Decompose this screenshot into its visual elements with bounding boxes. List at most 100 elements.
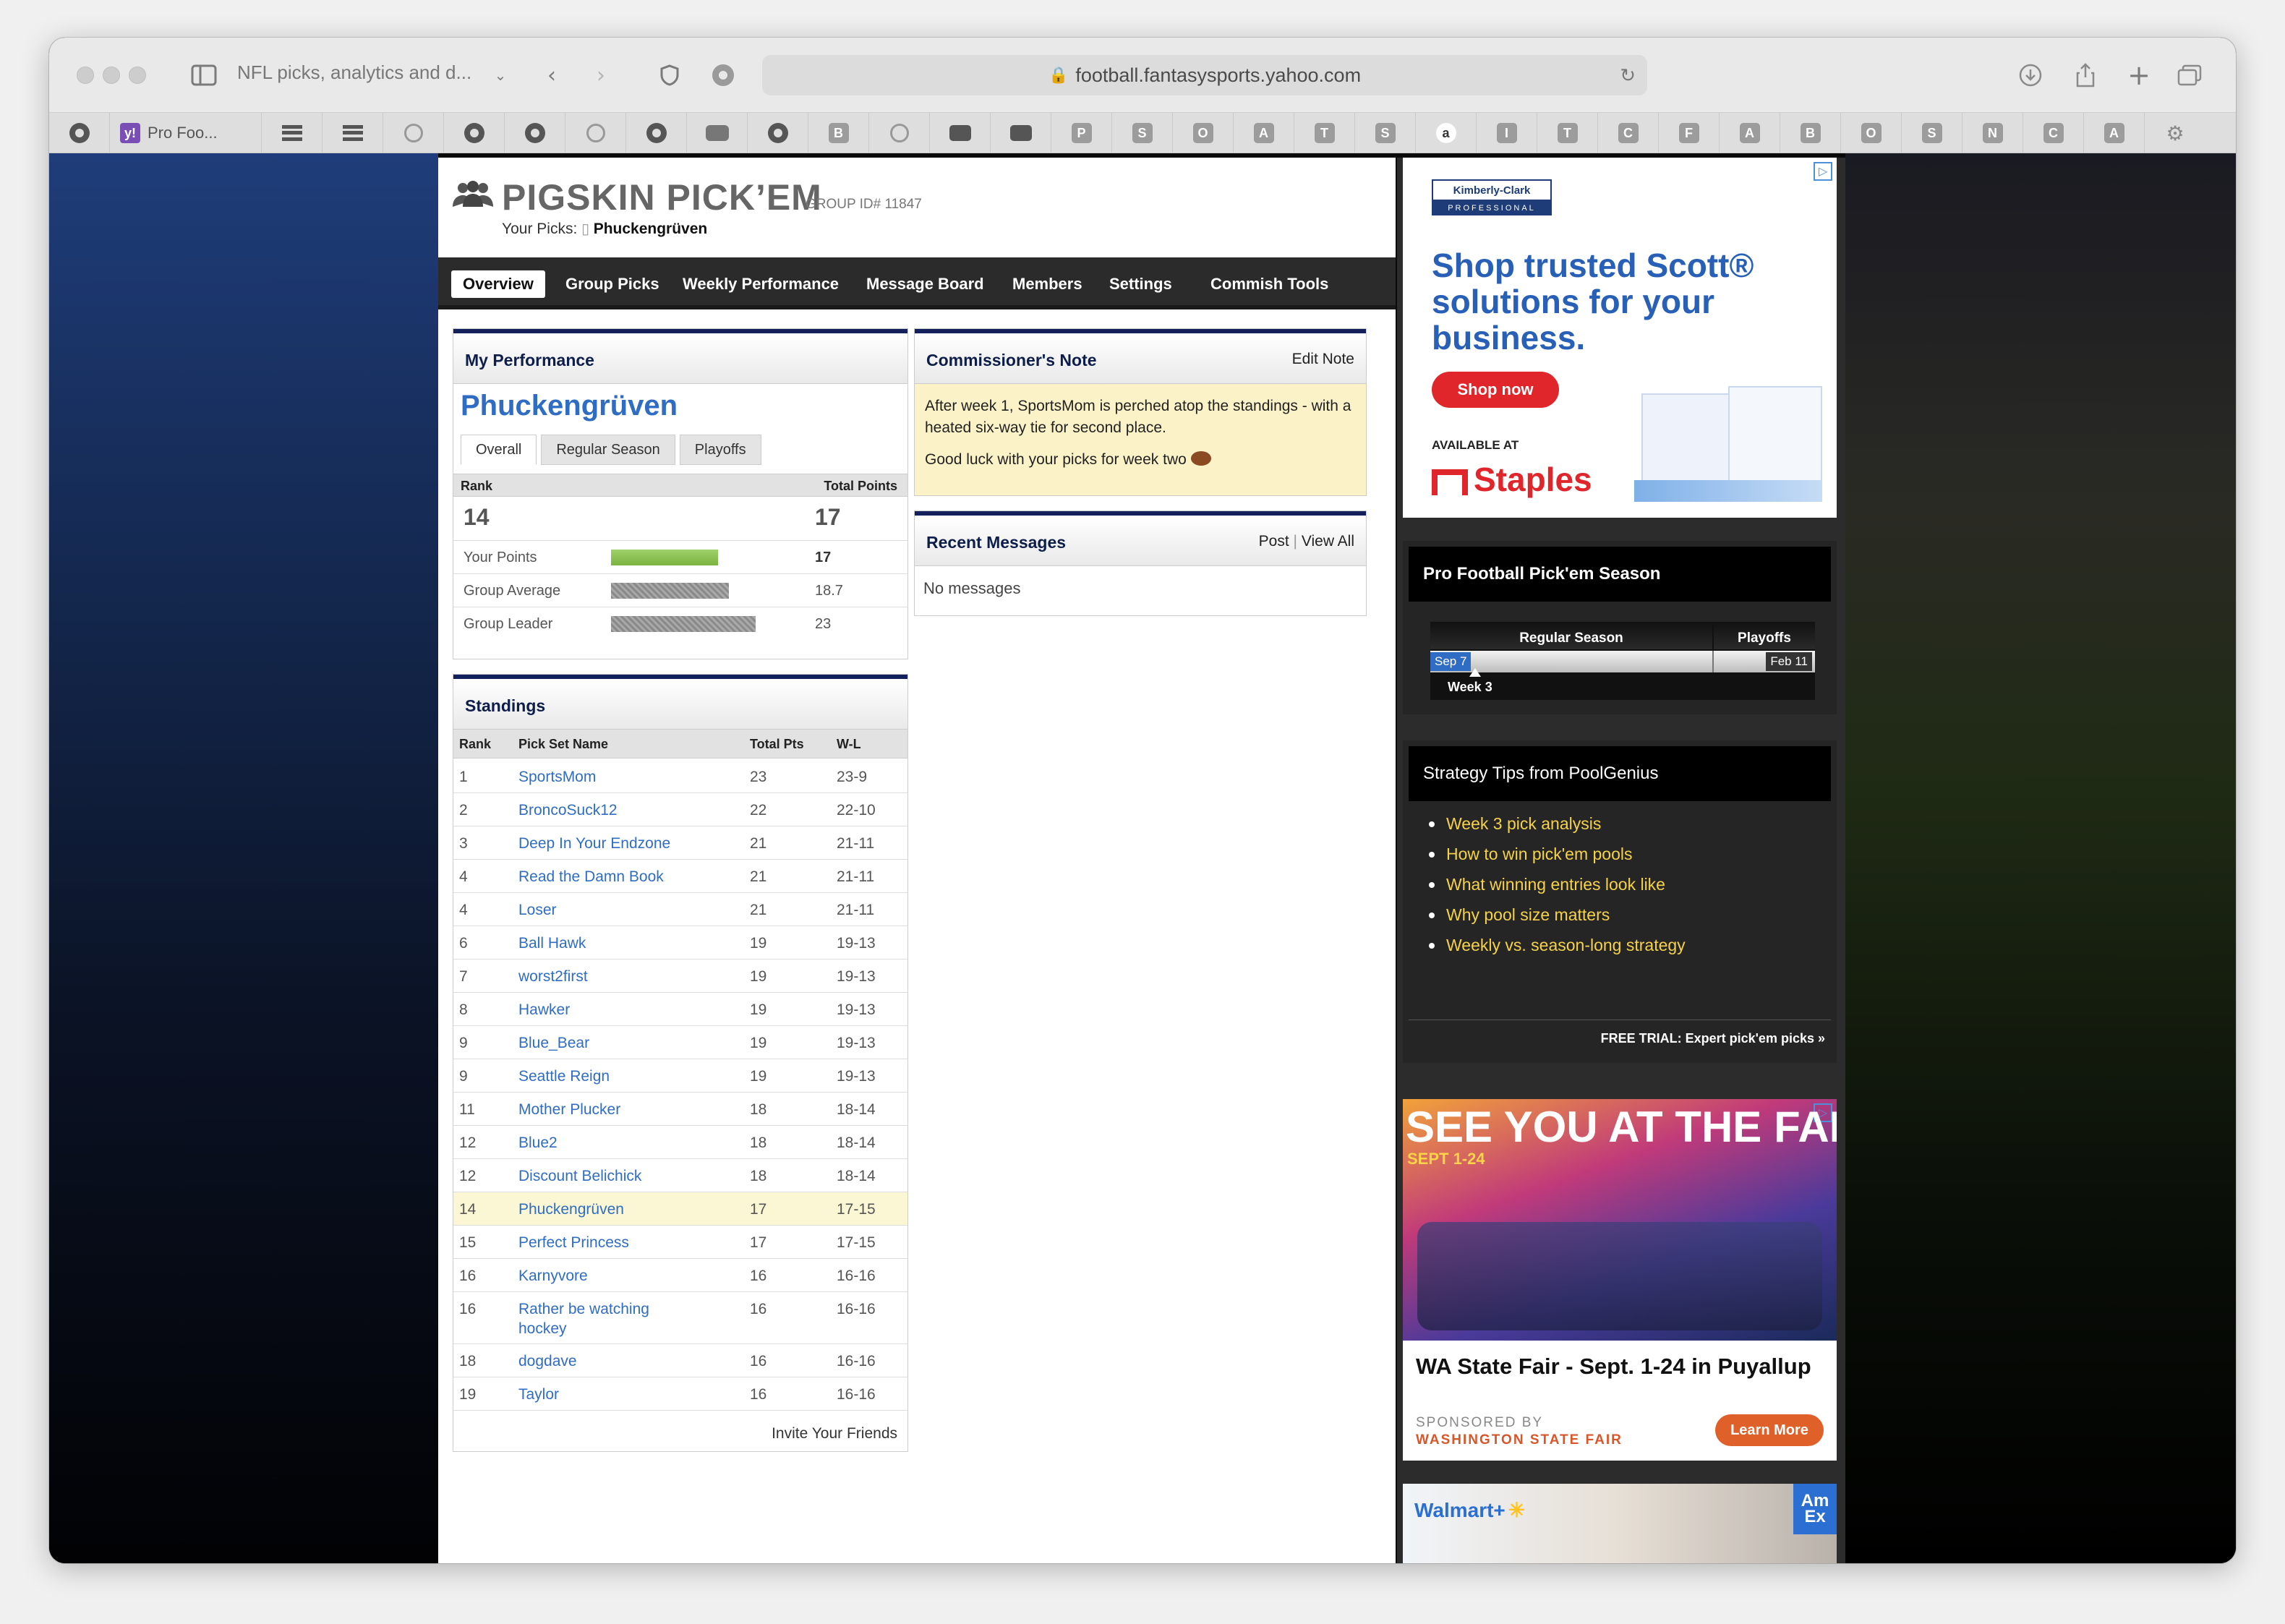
chevron-down-icon[interactable]: ⌄ [492,59,509,91]
extension-icon[interactable] [709,59,738,91]
standings-name[interactable]: Hawker [518,1000,699,1020]
active-tab-title[interactable]: NFL picks, analytics and d... [237,61,471,84]
edit-note-link[interactable]: Edit Note [1292,351,1354,368]
favorite-github-icon[interactable] [505,113,565,153]
favorite-letter-icon[interactable]: B [1780,113,1841,153]
sidebar-toggle-icon[interactable] [188,59,220,91]
favorite-letter-icon[interactable]: C [2023,113,2084,153]
favorite-lines-icon[interactable] [262,113,323,153]
favorite-github-icon[interactable] [626,113,687,153]
strategy-tip-link[interactable]: What winning entries look like [1446,875,1665,894]
tab-overview-icon[interactable] [2175,59,2204,91]
learn-more-button[interactable]: Learn More [1715,1414,1824,1446]
shield-icon[interactable] [657,59,683,91]
standings-name[interactable]: worst2first [518,967,699,986]
standings-name[interactable]: Deep In Your Endzone [518,834,699,853]
favorite-letter-icon[interactable]: P [1051,113,1112,153]
standings-column-headers: Rank Pick Set Name Total Pts W-L [453,730,907,758]
standings-name[interactable]: Blue2 [518,1133,699,1153]
tab-commish-tools[interactable]: Commish Tools [1210,270,1328,298]
reload-icon[interactable]: ↻ [1620,64,1636,87]
your-picks-name[interactable]: Phuckengrüven [594,221,708,237]
strategy-tip-link[interactable]: Week 3 pick analysis [1446,814,1601,834]
favorite-nfl-icon[interactable] [869,113,930,153]
scott-ad[interactable]: ▷ Kimberly-Clark PROFESSIONAL Shop trust… [1403,158,1837,518]
favorite-letter-icon[interactable]: A [2084,113,2145,153]
tab-regular-season[interactable]: Regular Season [541,435,675,465]
favorite-lines-icon[interactable] [323,113,383,153]
strategy-tip-link[interactable]: How to win pick'em pools [1446,845,1633,864]
standings-name[interactable]: dogdave [518,1351,699,1371]
state-fair-ad[interactable]: ▷ SEE YOU AT THE FAIR! SEPT 1-24 WA Stat… [1403,1099,1837,1461]
tab-message-board[interactable]: Message Board [866,270,984,298]
back-arrow-icon[interactable]: ‹ [541,59,563,91]
standings-name[interactable]: Taylor [518,1385,699,1404]
favorite-pro-football-tab[interactable]: y! Pro Foo... [110,113,262,153]
favorite-letter-icon[interactable]: O [1173,113,1234,153]
favorite-video-icon[interactable] [930,113,991,153]
favorite-amazon-icon[interactable]: a [1416,113,1477,153]
post-link[interactable]: Post [1259,533,1289,550]
favorite-letter-icon[interactable]: S [1112,113,1173,153]
standings-name[interactable]: Phuckengrüven [518,1200,699,1219]
close-window-button[interactable] [77,67,94,84]
favorite-letter-icon[interactable]: I [1477,113,1537,153]
tab-group-picks[interactable]: Group Picks [565,270,659,298]
table-row: 7 worst2first 19 19-13 [453,960,907,993]
minimize-window-button[interactable] [103,67,120,84]
favorite-video-icon[interactable] [991,113,1051,153]
favorite-github-icon[interactable] [444,113,505,153]
standings-name[interactable]: Karnyvore [518,1266,699,1286]
adchoices-icon[interactable]: ▷ [1814,162,1832,181]
favorite-letter-icon[interactable]: B [808,113,869,153]
favorite-nfl-icon[interactable] [565,113,626,153]
favorite-letter-icon[interactable]: F [1659,113,1720,153]
walmart-ad[interactable]: Walmart+ ✳ Am Ex [1403,1484,1837,1563]
favorite-letter-icon[interactable]: S [1355,113,1416,153]
invite-friends-link[interactable]: Invite Your Friends [772,1425,897,1443]
favorite-github-icon[interactable] [49,113,110,153]
standings-name[interactable]: SportsMom [518,767,699,787]
standings-name[interactable]: Discount Belichick [518,1166,699,1186]
standings-name[interactable]: BroncoSuck12 [518,800,699,820]
favorite-letter-icon[interactable]: C [1598,113,1659,153]
favorite-github-icon[interactable] [748,113,808,153]
standings-name[interactable]: Blue_Bear [518,1033,699,1053]
forward-arrow-icon[interactable]: › [590,59,612,91]
free-trial-link[interactable]: FREE TRIAL: Expert pick'em picks » [1601,1031,1825,1046]
favorite-letter-icon[interactable]: A [1234,113,1294,153]
standings-name[interactable]: Read the Damn Book [518,867,699,886]
favorite-settings-icon[interactable]: ⚙ [2145,113,2205,153]
standings-name[interactable]: Perfect Princess [518,1233,699,1252]
new-tab-icon[interactable]: + [2124,59,2153,91]
download-icon[interactable] [2016,59,2045,91]
tab-playoffs[interactable]: Playoffs [679,435,761,465]
favorite-letter-icon[interactable]: N [1962,113,2023,153]
standings-name[interactable]: Mother Plucker [518,1100,699,1119]
strategy-tip-link[interactable]: Why pool size matters [1446,905,1610,925]
standings-name[interactable]: Ball Hawk [518,933,699,953]
favorite-letter-icon[interactable]: S [1902,113,1962,153]
standings-name[interactable]: Seattle Reign [518,1067,699,1086]
tab-overall[interactable]: Overall [461,435,537,465]
table-row: 9 Blue_Bear 19 19-13 [453,1026,907,1059]
favorite-nfl-icon[interactable] [383,113,444,153]
standings-name[interactable]: Loser [518,900,699,920]
tab-overview[interactable]: Overview [451,270,545,298]
favorite-letter-icon[interactable]: T [1537,113,1598,153]
zoom-window-button[interactable] [129,67,146,84]
share-icon[interactable] [2071,59,2100,91]
favorite-youtube-icon[interactable] [687,113,748,153]
address-bar[interactable]: 🔒 football.fantasysports.yahoo.com ↻ [762,55,1647,95]
strategy-tip-link[interactable]: Weekly vs. season-long strategy [1446,936,1686,955]
tab-weekly-performance[interactable]: Weekly Performance [683,270,839,298]
favorite-letter-icon[interactable]: A [1720,113,1780,153]
shop-now-button[interactable]: Shop now [1432,372,1559,408]
performance-header-row: Rank Total Points [453,474,907,497]
view-all-link[interactable]: View All [1302,533,1354,550]
standings-name[interactable]: Rather be watching hockey [518,1299,699,1338]
tab-settings[interactable]: Settings [1109,270,1172,298]
favorite-letter-icon[interactable]: T [1294,113,1355,153]
tab-members[interactable]: Members [1012,270,1082,298]
favorite-letter-icon[interactable]: O [1841,113,1902,153]
